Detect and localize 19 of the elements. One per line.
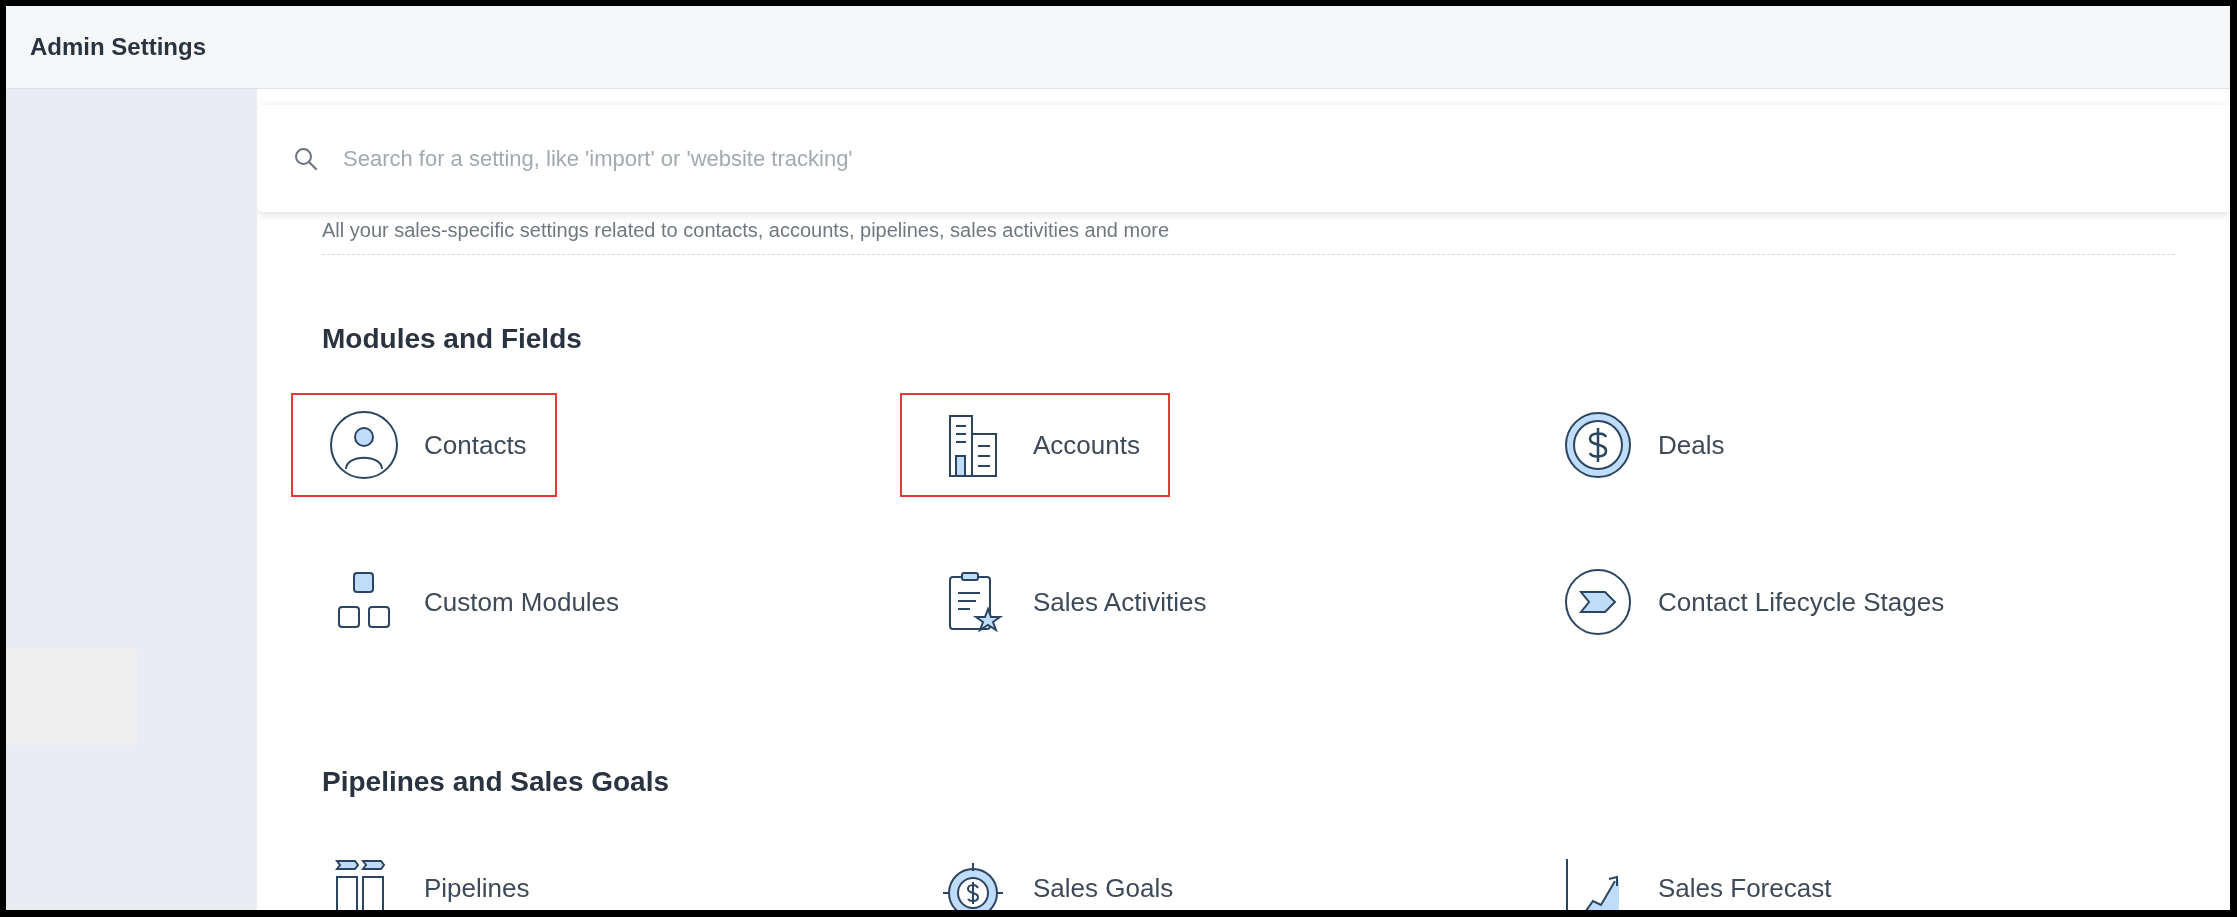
section-heading: Modules and Fields bbox=[322, 322, 583, 356]
person-circle-icon bbox=[329, 410, 399, 480]
page-title: Admin Settings bbox=[30, 33, 206, 61]
settings-link[interactable]: Sales Forecast bbox=[1525, 836, 1862, 910]
search-icon bbox=[293, 145, 319, 172]
settings-link[interactable]: Sales Goals bbox=[900, 836, 1204, 910]
settings-link[interactable]: Custom Modules bbox=[291, 550, 650, 654]
chevron-circle-icon bbox=[1563, 567, 1633, 637]
dollar-coin-icon bbox=[1563, 410, 1633, 480]
sidebar-item[interactable] bbox=[6, 649, 137, 745]
search-field[interactable]: Search for a setting, like 'import' or 'website tracking' bbox=[341, 144, 2230, 173]
settings-link[interactable]: Pipelines bbox=[291, 836, 560, 910]
settings-link[interactable]: Contacts bbox=[291, 393, 557, 497]
settings-link[interactable]: Deals bbox=[1525, 393, 1755, 497]
section-heading: Pipelines and Sales Goals bbox=[322, 765, 671, 799]
settings-link[interactable]: Accounts bbox=[900, 393, 1170, 497]
section-description: All your sales-specific settings related to contacts, accounts, pipelines, sales activities and more bbox=[321, 218, 1171, 242]
settings-link[interactable]: Sales Activities bbox=[900, 550, 1237, 654]
settings-link[interactable]: Contact Lifecycle Stages bbox=[1525, 550, 1975, 654]
